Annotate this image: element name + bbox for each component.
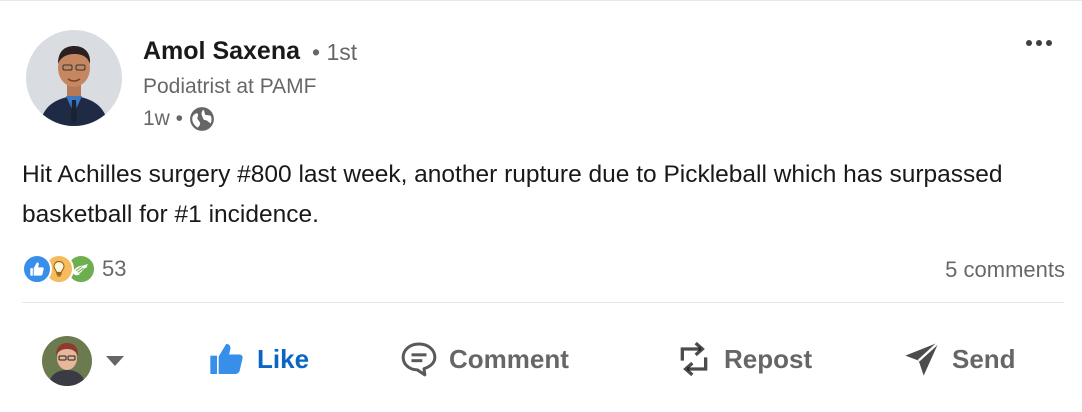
chevron-down-icon [106, 356, 124, 366]
globe-icon [190, 107, 214, 131]
repost-icon [680, 341, 708, 377]
like-button[interactable]: Like [207, 339, 309, 379]
connection-degree: • 1st [312, 39, 358, 65]
send-button[interactable]: Send [902, 339, 1016, 379]
current-user-avatar [42, 336, 92, 386]
repost-label: Repost [724, 343, 813, 374]
like-reaction-icon [22, 254, 52, 284]
social-actions-bar: Like Comment Repost Send [0, 319, 1082, 403]
repost-button[interactable]: Repost [674, 339, 812, 379]
thumbs-up-icon [210, 343, 243, 374]
reactions-summary[interactable]: 53 [22, 254, 126, 284]
more-options-button[interactable] [1026, 37, 1058, 49]
post-time: 1w • [143, 107, 184, 130]
comments-count-link[interactable]: 5 comments [945, 257, 1065, 283]
author-avatar[interactable] [26, 30, 122, 126]
feed-post: Amol Saxena • 1st Podiatrist at PAMF 1w … [0, 0, 1082, 412]
comment-icon [401, 342, 437, 377]
reaction-actor-selector[interactable] [42, 336, 124, 386]
comment-button[interactable]: Comment [399, 339, 569, 379]
author-headline: Podiatrist at PAMF [143, 75, 317, 98]
comment-label: Comment [449, 343, 569, 374]
divider [22, 302, 1064, 303]
post-text: Hit Achilles surgery #800 last week, ano… [22, 161, 1003, 228]
reaction-count: 53 [102, 256, 127, 281]
send-label: Send [952, 343, 1016, 374]
more-horizontal-icon [1026, 40, 1032, 46]
author-name[interactable]: Amol Saxena [143, 37, 300, 66]
send-icon [905, 341, 940, 376]
like-label: Like [257, 343, 310, 374]
post-meta: 1w • [143, 106, 215, 132]
